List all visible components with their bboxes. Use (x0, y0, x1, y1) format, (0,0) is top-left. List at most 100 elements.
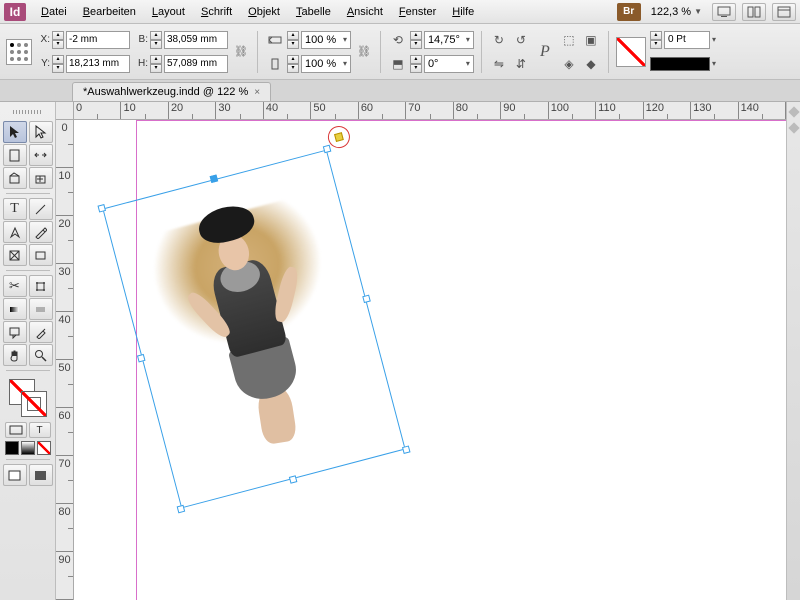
scale-x-spinner[interactable]: ▴▾ (287, 31, 299, 49)
select-next-icon[interactable]: ◆ (581, 54, 601, 74)
flip-h-icon[interactable]: ⇋ (489, 54, 509, 74)
scissors-tool[interactable]: ✂ (3, 275, 27, 297)
pen-tool[interactable] (3, 221, 27, 243)
hand-tool[interactable] (3, 344, 27, 366)
menu-tabelle[interactable]: Tabelle (289, 3, 338, 21)
panel-gripper[interactable] (2, 108, 54, 116)
flip-v-icon[interactable]: ⇵ (511, 54, 531, 74)
type-tool[interactable]: T (3, 198, 27, 220)
tool-separator (6, 193, 50, 194)
rotate-input[interactable]: 14,75° (424, 31, 474, 49)
divider (481, 31, 482, 73)
eyedropper-tool[interactable] (29, 321, 53, 343)
stroke-style-dropdown[interactable] (650, 57, 710, 71)
apply-color[interactable] (5, 441, 19, 455)
formatting-text-icon[interactable]: T (29, 422, 51, 438)
tool-separator (6, 459, 50, 460)
workspace: T ✂ (0, 102, 800, 600)
gradient-swatch-tool[interactable] (3, 298, 27, 320)
content-collector-tool[interactable] (3, 167, 27, 189)
collapsed-panel-icon[interactable] (788, 106, 799, 117)
note-tool[interactable] (3, 321, 27, 343)
content-placer-tool[interactable] (29, 167, 53, 189)
workspace-switcher[interactable] (772, 3, 796, 21)
constrain-scale-icon[interactable]: ⛓ (355, 45, 373, 58)
gap-tool[interactable] (29, 144, 53, 166)
shear-spinner[interactable]: ▴▾ (410, 55, 422, 73)
tools-panel: T ✂ (0, 102, 56, 600)
stroke-weight-input[interactable]: 0 Pt (664, 31, 710, 49)
menu-layout[interactable]: Layout (145, 3, 192, 21)
free-transform-tool[interactable] (29, 275, 53, 297)
view-mode-normal[interactable] (3, 464, 27, 486)
direct-selection-tool[interactable] (29, 121, 53, 143)
x-input[interactable]: -2 mm (66, 31, 130, 49)
rotate-spinner[interactable]: ▴▾ (410, 31, 422, 49)
panel-dock[interactable] (786, 102, 800, 600)
formatting-container-icon[interactable] (5, 422, 27, 438)
vertical-ruler[interactable]: 0102030405060708090 (56, 120, 74, 600)
fill-stroke-swatch[interactable] (616, 37, 646, 67)
color-apply-row (5, 441, 51, 455)
horizontal-ruler[interactable]: 0102030405060708090100110120130140 (74, 102, 786, 120)
document-tab[interactable]: *Auswahlwerkzeug.indd @ 122 % × (72, 82, 271, 101)
bridge-button[interactable]: Br (617, 3, 641, 21)
scale-y-spinner[interactable]: ▴▾ (287, 55, 299, 73)
reference-point-selector[interactable] (6, 39, 32, 65)
menu-fenster[interactable]: Fenster (392, 3, 443, 21)
page-tool[interactable] (3, 144, 27, 166)
h-input[interactable]: 57,089 mm (164, 55, 228, 73)
stroke-swatch[interactable] (21, 391, 47, 417)
h-label: H: (134, 58, 148, 69)
selection-tool[interactable] (3, 121, 27, 143)
w-spinner[interactable]: ▴▾ (150, 31, 162, 49)
gradient-feather-tool[interactable] (29, 298, 53, 320)
collapsed-panel-icon[interactable] (788, 122, 799, 133)
constrain-wh-icon[interactable]: ⛓ (232, 45, 250, 58)
page-area[interactable] (74, 120, 786, 600)
fill-stroke-proxy[interactable] (9, 379, 47, 417)
x-spinner[interactable]: ▴▾ (52, 31, 64, 49)
menu-ansicht[interactable]: Ansicht (340, 3, 390, 21)
divider (380, 31, 381, 73)
select-content-icon[interactable]: ▣ (581, 30, 601, 50)
menu-schrift[interactable]: Schrift (194, 3, 239, 21)
menu-objekt[interactable]: Objekt (241, 3, 287, 21)
apply-none[interactable] (37, 441, 51, 455)
arrange-documents-button[interactable] (742, 3, 766, 21)
rectangle-tool[interactable] (29, 244, 53, 266)
menu-bearbeiten[interactable]: Bearbeiten (76, 3, 143, 21)
stroke-weight-spinner[interactable]: ▴▾ (650, 31, 662, 49)
menu-datei[interactable]: Datei (34, 3, 74, 21)
document-tab-label: *Auswahlwerkzeug.indd @ 122 % (83, 86, 248, 98)
ruler-origin[interactable] (56, 102, 74, 120)
view-mode-preview[interactable] (29, 464, 53, 486)
scale-y-icon (265, 54, 285, 74)
scale-x-input[interactable]: 100 % (301, 31, 351, 49)
y-spinner[interactable]: ▴▾ (52, 55, 64, 73)
zoom-tool[interactable] (29, 344, 53, 366)
line-tool[interactable] (29, 198, 53, 220)
y-input[interactable]: 18,213 mm (66, 55, 130, 73)
tool-separator (6, 370, 50, 371)
apply-gradient[interactable] (21, 441, 35, 455)
select-prev-icon[interactable]: ◈ (559, 54, 579, 74)
scale-y-input[interactable]: 100 % (301, 55, 351, 73)
scale-x-icon (265, 30, 285, 50)
pencil-tool[interactable] (29, 221, 53, 243)
zoom-level-dropdown[interactable]: 122,3 %▼ (647, 5, 706, 19)
menu-hilfe[interactable]: Hilfe (445, 3, 481, 21)
screen-mode-button[interactable] (712, 3, 736, 21)
tool-separator (6, 270, 50, 271)
w-label: B: (134, 34, 148, 45)
rectangle-frame-tool[interactable] (3, 244, 27, 266)
w-input[interactable]: 38,059 mm (164, 31, 228, 49)
h-spinner[interactable]: ▴▾ (150, 55, 162, 73)
document-canvas[interactable]: 0102030405060708090100110120130140 01020… (56, 102, 786, 600)
rotate-cw-icon[interactable]: ↻ (489, 30, 509, 50)
close-tab-icon[interactable]: × (254, 87, 260, 98)
shear-input[interactable]: 0° (424, 55, 474, 73)
select-container-icon[interactable]: ⬚ (559, 30, 579, 50)
p-indicator-icon: P (535, 42, 555, 62)
rotate-ccw-icon[interactable]: ↺ (511, 30, 531, 50)
